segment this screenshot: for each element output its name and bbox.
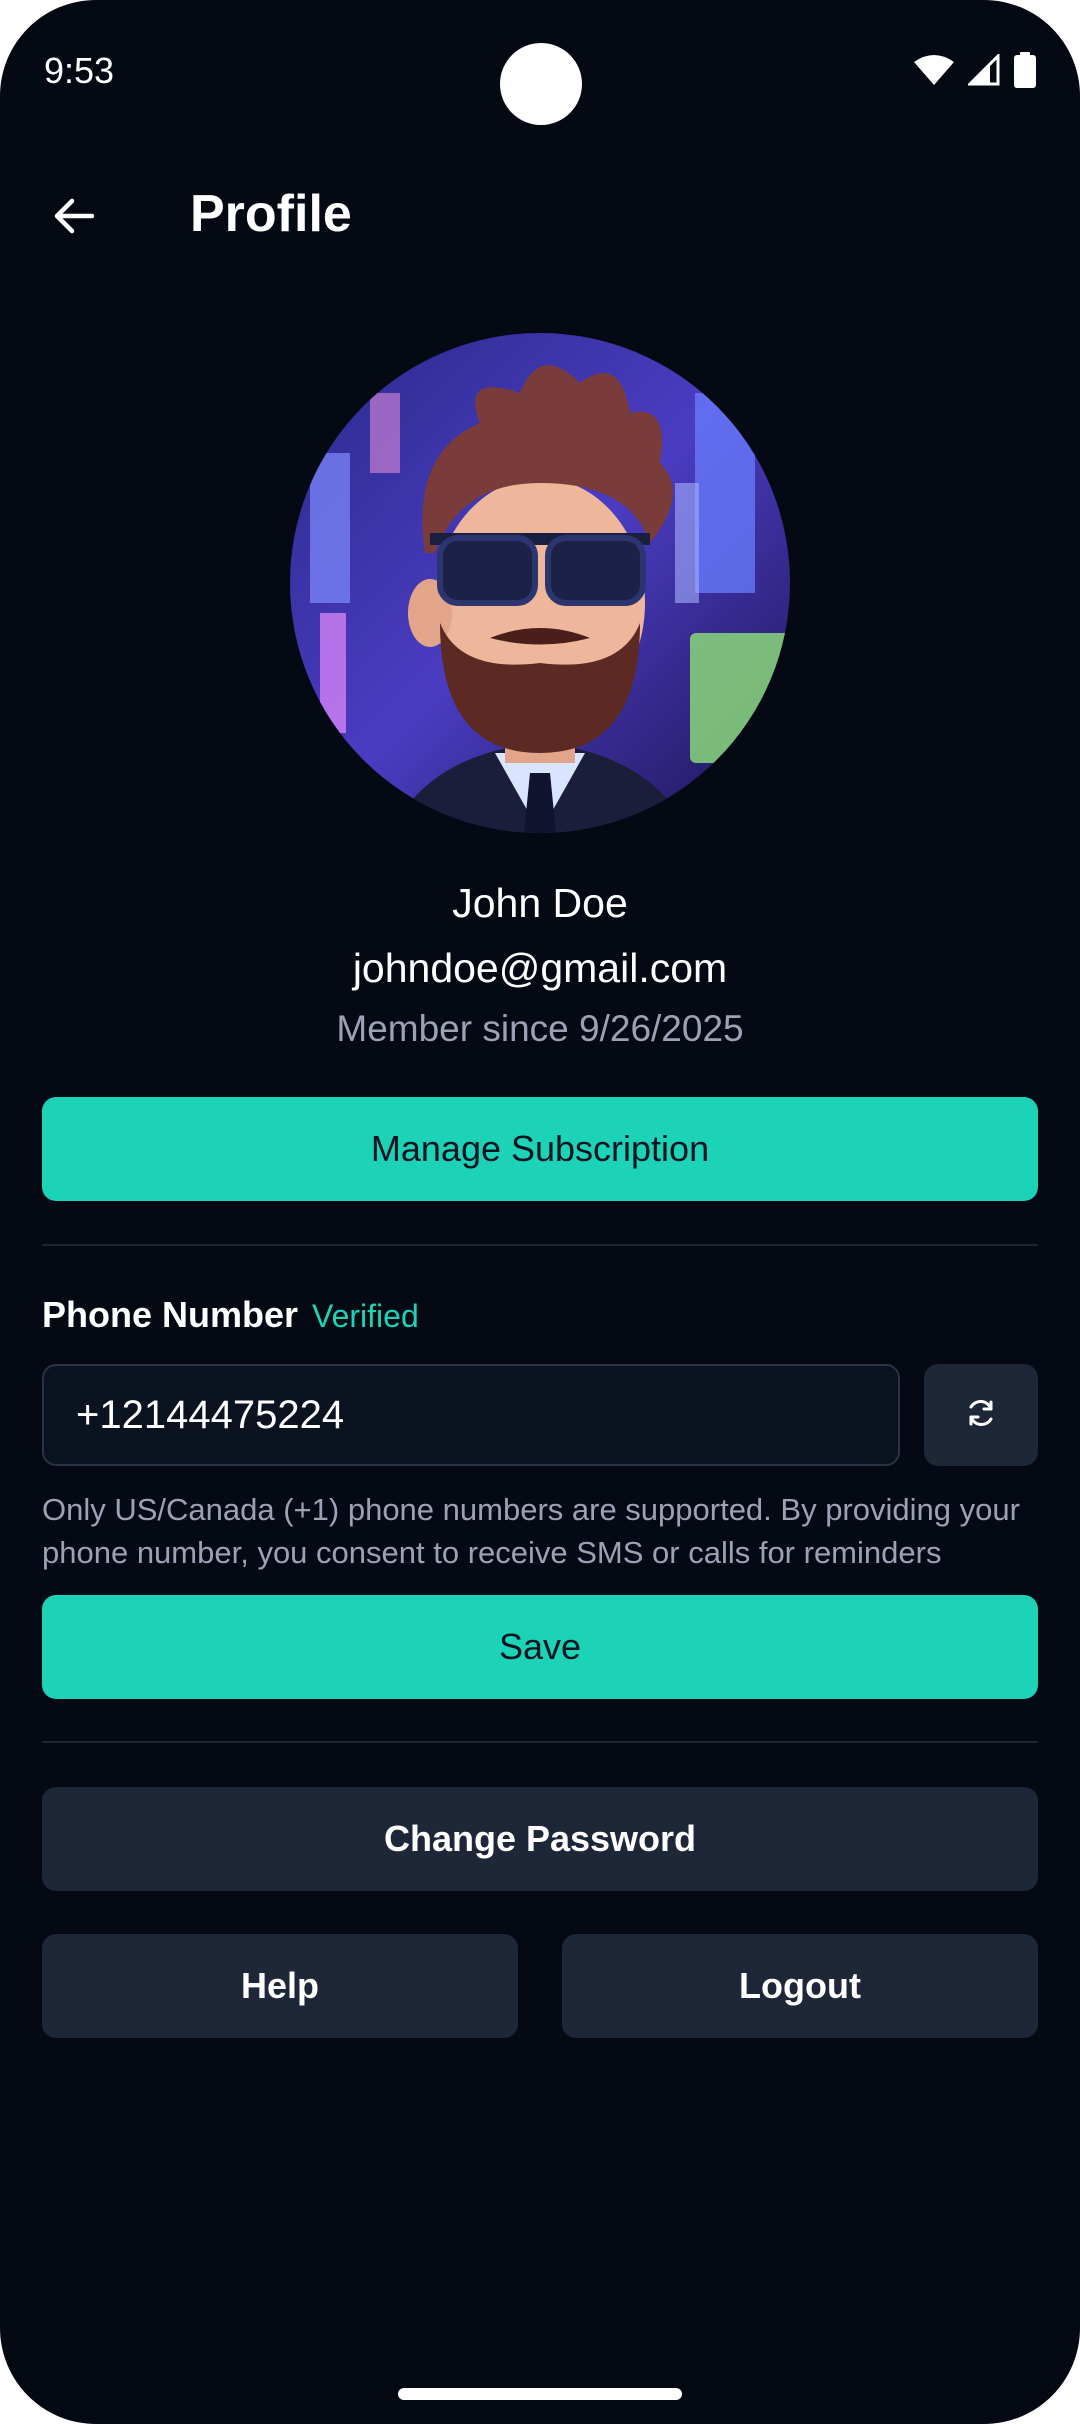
signal-icon — [966, 52, 1000, 91]
avatar[interactable] — [290, 333, 790, 833]
arrow-left-icon — [50, 192, 98, 245]
member-since: Member since 9/26/2025 — [336, 1008, 744, 1049]
change-password-button[interactable]: Change Password — [42, 1787, 1038, 1891]
phone-screen: 9:53 Profile John Doe johndoe@gmail.com … — [0, 0, 1080, 2424]
logout-button[interactable]: Logout — [562, 1934, 1038, 2038]
save-button[interactable]: Save — [42, 1595, 1038, 1699]
camera-cutout — [500, 43, 582, 125]
manage-subscription-label: Manage Subscription — [370, 1128, 710, 1169]
divider — [42, 1741, 1038, 1743]
status-time: 9:53 — [44, 50, 115, 91]
home-indicator[interactable] — [398, 2388, 682, 2400]
back-button[interactable] — [36, 180, 112, 256]
save-label: Save — [498, 1626, 582, 1667]
phone-number-label: Phone Number — [42, 1294, 299, 1335]
phone-disclaimer: Only US/Canada (+1) phone numbers are su… — [42, 1492, 1020, 1570]
manage-subscription-button[interactable]: Manage Subscription — [42, 1097, 1038, 1201]
verified-badge: Verified — [312, 1298, 419, 1334]
refresh-button[interactable] — [924, 1364, 1038, 1466]
user-name: John Doe — [452, 880, 628, 926]
wifi-icon — [914, 54, 954, 91]
battery-icon — [1014, 52, 1036, 93]
app-bar: Profile — [0, 160, 1080, 280]
refresh-icon — [964, 1396, 998, 1435]
phone-number-input[interactable] — [42, 1364, 900, 1466]
logout-label: Logout — [739, 1965, 861, 2006]
change-password-label: Change Password — [383, 1818, 697, 1859]
user-email: johndoe@gmail.com — [352, 945, 728, 991]
divider — [42, 1244, 1038, 1246]
help-button[interactable]: Help — [42, 1934, 518, 2038]
page-title: Profile — [190, 185, 352, 243]
status-bar: 9:53 — [0, 0, 1080, 140]
help-label: Help — [240, 1965, 319, 2006]
status-icons — [914, 52, 1036, 93]
